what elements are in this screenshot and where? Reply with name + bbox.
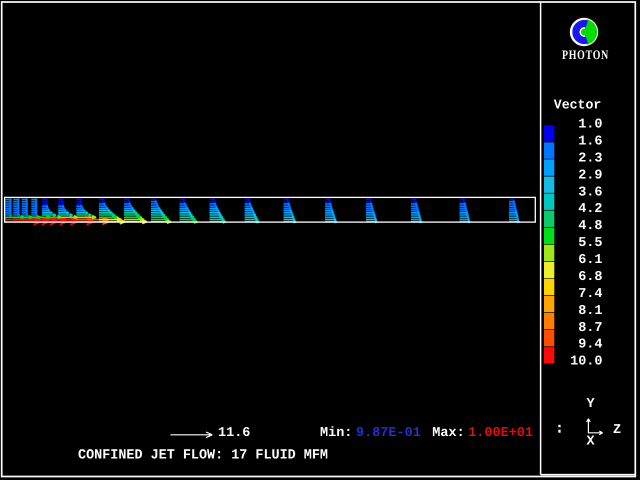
svg-text:10.0: 10.0: [570, 355, 602, 370]
svg-text:3.6: 3.6: [578, 185, 602, 200]
svg-text:CONFINED JET FLOW: 17 FLUID MF: CONFINED JET FLOW: 17 FLUID MFM: [78, 448, 328, 464]
svg-text:2.3: 2.3: [578, 152, 602, 167]
svg-text:11.6: 11.6: [218, 426, 250, 441]
svg-text:7.4: 7.4: [578, 287, 602, 302]
svg-text:Y: Y: [587, 397, 596, 412]
svg-text:4.2: 4.2: [578, 202, 602, 217]
svg-text:1.00E+01: 1.00E+01: [468, 426, 533, 441]
svg-text:8.1: 8.1: [578, 304, 602, 319]
svg-text:4.8: 4.8: [578, 219, 602, 234]
svg-text:2.9: 2.9: [578, 168, 602, 183]
svg-text:Z: Z: [613, 423, 621, 438]
svg-text:Min:: Min:: [320, 426, 352, 441]
svg-text:9.87E-01: 9.87E-01: [356, 426, 421, 441]
svg-text:8.7: 8.7: [578, 321, 602, 336]
svg-text:1.0: 1.0: [578, 118, 602, 133]
svg-text:6.8: 6.8: [578, 270, 602, 285]
svg-text:1.6: 1.6: [578, 135, 602, 150]
svg-text:Max:: Max:: [432, 426, 464, 441]
svg-text:9.4: 9.4: [578, 338, 602, 353]
svg-text:Vector: Vector: [554, 99, 602, 114]
svg-text:6.1: 6.1: [578, 253, 602, 268]
svg-text:PHOTON: PHOTON: [562, 47, 609, 62]
svg-text:X: X: [587, 435, 596, 450]
svg-text:5.5: 5.5: [578, 236, 602, 251]
